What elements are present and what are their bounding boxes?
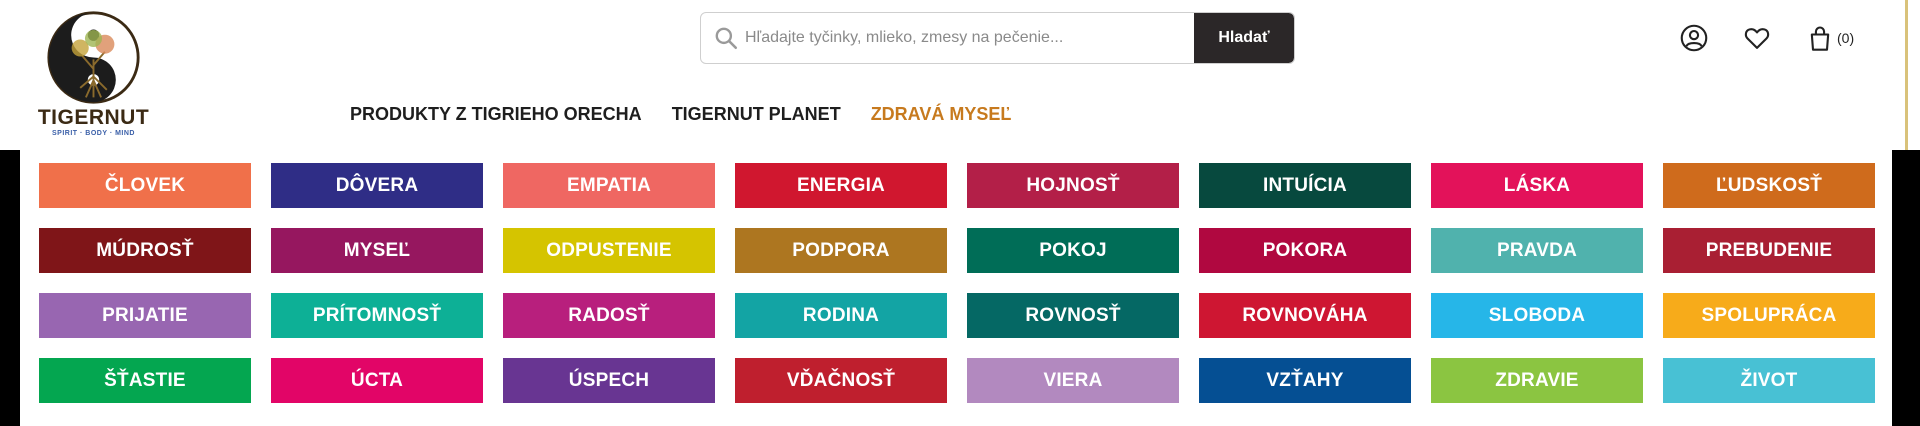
category-tile[interactable]: ČLOVEK [39,163,251,208]
search-bar: Hladať [700,12,1295,64]
brand-tagline: SPIRIT · BODY · MIND [52,130,135,137]
yin-yang-tree-logo-icon [47,11,140,104]
category-tile[interactable]: RADOSŤ [503,293,715,338]
user-icon[interactable] [1680,24,1708,52]
mega-menu-panel: ČLOVEK DÔVERA EMPATIA ENERGIA HOJNOSŤ INTUÍCI… [20,150,1892,426]
search-input[interactable] [745,13,1195,63]
category-tile[interactable]: EMPATIA [503,163,715,208]
category-tile[interactable]: PRIJATIE [39,293,251,338]
category-tile[interactable]: ÚSPECH [503,358,715,403]
category-tile[interactable]: SLOBODA [1431,293,1643,338]
brand-name: TIGERNUT [37,106,150,129]
category-tile[interactable]: RODINA [735,293,947,338]
category-tile[interactable]: PRÍTOMNOSŤ [271,293,483,338]
bag-icon[interactable] [1806,24,1834,52]
nav-item-zdrava-mysel[interactable]: ZDRAVÁ MYSEĽ [871,104,1012,130]
category-tile[interactable]: VIERA [967,358,1179,403]
category-tile[interactable]: PRAVDA [1431,228,1643,273]
category-tile[interactable]: ÚCTA [271,358,483,403]
category-tile[interactable]: POKOJ [967,228,1179,273]
category-grid: ČLOVEK DÔVERA EMPATIA ENERGIA HOJNOSŤ INTUÍCI… [39,163,1875,403]
category-tile[interactable]: ROVNOSŤ [967,293,1179,338]
category-tile[interactable]: HOJNOSŤ [967,163,1179,208]
category-tile[interactable]: ZDRAVIE [1431,358,1643,403]
category-tile[interactable]: SPOLUPRÁCA [1663,293,1875,338]
category-tile[interactable]: POKORA [1199,228,1411,273]
cart-count[interactable]: (0) [1837,30,1854,46]
search-icon [715,27,738,50]
page-edge-accent [1905,0,1920,150]
category-tile[interactable]: ŽIVOT [1663,358,1875,403]
category-tile[interactable]: MYSEĽ [271,228,483,273]
main-nav: PRODUKTY Z TIGRIEHO ORECHA TIGERNUT PLAN… [350,104,1011,130]
nav-item-produkty[interactable]: PRODUKTY Z TIGRIEHO ORECHA [350,104,642,130]
category-tile[interactable]: VĎAČNOSŤ [735,358,947,403]
category-tile[interactable]: LÁSKA [1431,163,1643,208]
site-header: TIGERNUT SPIRIT · BODY · MIND Hladať (0)… [0,0,1920,150]
category-tile[interactable]: ŠŤASTIE [39,358,251,403]
category-tile[interactable]: ROVNOVÁHA [1199,293,1411,338]
category-tile[interactable]: MÚDROSŤ [39,228,251,273]
category-tile[interactable]: INTUÍCIA [1199,163,1411,208]
category-tile[interactable]: PODPORA [735,228,947,273]
category-tile[interactable]: ĽUDSKOSŤ [1663,163,1875,208]
nav-item-tigernut-planet[interactable]: TIGERNUT PLANET [672,104,841,130]
category-tile[interactable]: DÔVERA [271,163,483,208]
category-tile[interactable]: VZŤAHY [1199,358,1411,403]
site-logo[interactable]: TIGERNUT SPIRIT · BODY · MIND [36,10,151,138]
category-tile[interactable]: ODPUSTENIE [503,228,715,273]
category-tile[interactable]: PREBUDENIE [1663,228,1875,273]
category-tile[interactable]: ENERGIA [735,163,947,208]
search-button[interactable]: Hladať [1194,13,1294,63]
heart-icon[interactable] [1743,24,1771,52]
